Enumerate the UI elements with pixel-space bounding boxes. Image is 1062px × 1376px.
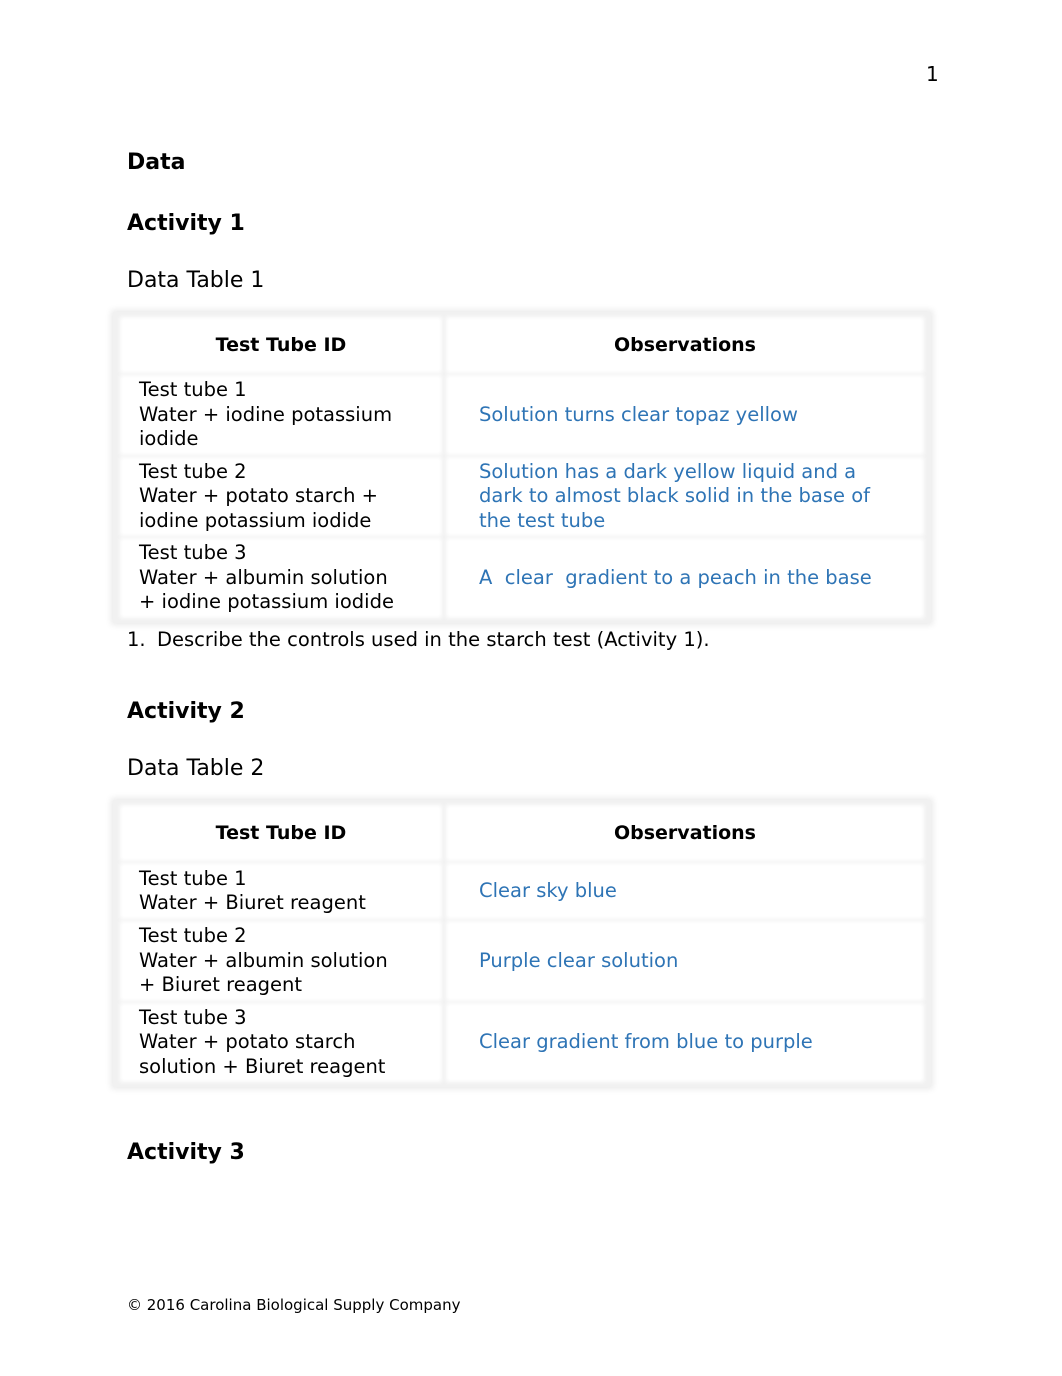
cell-line: Test tube 2 — [139, 924, 247, 947]
cell-line: Test tube 1 — [139, 866, 247, 890]
cell-line: Test tube 2 — [139, 459, 247, 483]
section-heading-data: Data — [127, 150, 186, 175]
column-header-test-tube-id: Test Tube ID — [123, 808, 439, 858]
cell-line: Test tube 1 — [139, 378, 247, 401]
question-text: Describe the controls used in the starch… — [157, 628, 710, 651]
table-row: Test tube 1 Water + iodine potassium iod… — [123, 378, 921, 452]
observation-cell: Purple clear solution — [449, 924, 921, 998]
observation-cell: Solution has a dark yellow liquid and a … — [449, 459, 921, 533]
table2-caption: Data Table 2 — [127, 756, 265, 781]
observation-cell: Clear gradient from blue to purple — [449, 1005, 921, 1079]
data-table-1: Test Tube ID Observations Test tube 1 Wa… — [113, 312, 931, 623]
cell-line: the test tube — [479, 508, 606, 532]
test-tube-id-cell: Test tube 1 Water + Biuret reagent — [123, 866, 439, 916]
cell-line: Water + iodine potassium — [139, 402, 393, 426]
observation-cell: Solution turns clear topaz yellow — [449, 378, 921, 452]
table-row: Test tube 1 Water + Biuret reagent Clear… — [123, 866, 921, 916]
observation-cell: Clear sky blue — [449, 866, 921, 916]
column-header-observations: Observations — [449, 808, 921, 858]
test-tube-id-cell: Test tube 1 Water + iodine potassium iod… — [123, 378, 439, 452]
table-row: Test tube 3 Water + potato starch soluti… — [123, 1005, 921, 1079]
cell-line: + iodine potassium iodide — [139, 590, 394, 613]
table1-caption: Data Table 1 — [127, 268, 265, 293]
cell-line: Water + albumin solution — [139, 948, 388, 972]
test-tube-id-cell: Test tube 3 Water + potato starch soluti… — [123, 1005, 439, 1079]
cell-line: Test tube 3 — [139, 541, 247, 564]
question-1: 1. Describe the controls used in the star… — [127, 628, 710, 651]
test-tube-id-cell: Test tube 3 Water + albumin solution + i… — [123, 541, 439, 615]
page-number: 1 — [926, 62, 939, 86]
cell-line: Water + potato starch — [139, 1030, 356, 1053]
heading-activity-1: Activity 1 — [127, 211, 245, 236]
table-row: Test tube 2 Water + albumin solution + B… — [123, 924, 921, 998]
cell-line: solution + Biuret reagent — [139, 1054, 386, 1078]
table-header-row: Test Tube ID Observations — [123, 808, 921, 858]
cell-line: iodine potassium iodide — [139, 508, 372, 532]
table-row: Test tube 3 Water + albumin solution + i… — [123, 541, 921, 615]
cell-line: dark to almost black solid in the base o… — [479, 484, 871, 507]
observation-cell: A clear gradient to a peach in the base — [449, 541, 921, 615]
copyright-footer: © 2016 Carolina Biological Supply Compan… — [127, 1296, 461, 1314]
cell-line: iodide — [139, 427, 199, 450]
cell-line: + Biuret reagent — [139, 973, 303, 996]
cell-line: Water + potato starch + — [139, 484, 379, 507]
cell-line: Water + Biuret reagent — [139, 891, 366, 914]
column-header-observations: Observations — [449, 320, 921, 370]
table-header-row: Test Tube ID Observations — [123, 320, 921, 370]
cell-line: Test tube 3 — [139, 1005, 247, 1029]
cell-line: Solution has a dark yellow liquid and a — [479, 459, 857, 483]
column-header-test-tube-id: Test Tube ID — [123, 320, 439, 370]
heading-activity-3: Activity 3 — [127, 1140, 245, 1165]
test-tube-id-cell: Test tube 2 Water + albumin solution + B… — [123, 924, 439, 998]
test-tube-id-cell: Test tube 2 Water + potato starch + iodi… — [123, 459, 439, 533]
table-row: Test tube 2 Water + potato starch + iodi… — [123, 459, 921, 533]
data-table-2: Test Tube ID Observations Test tube 1 Wa… — [113, 800, 931, 1087]
cell-line: Water + albumin solution — [139, 565, 388, 589]
heading-activity-2: Activity 2 — [127, 699, 245, 724]
question-number: 1. — [127, 628, 146, 651]
